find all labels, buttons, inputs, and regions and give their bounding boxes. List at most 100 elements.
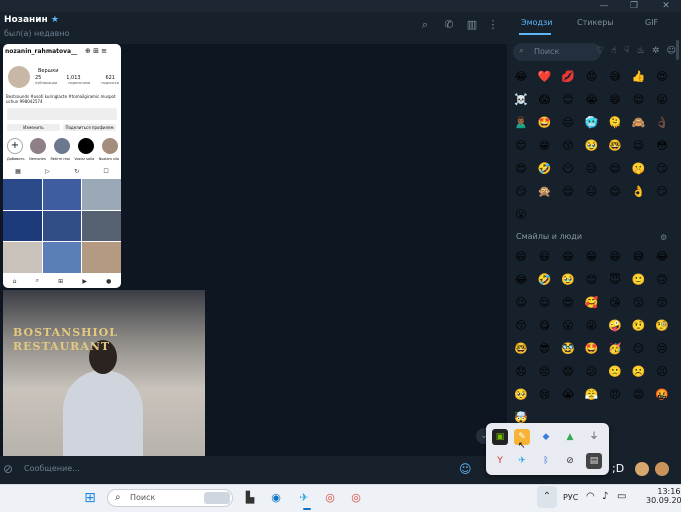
emoji-button[interactable]: 🤨 xyxy=(631,318,647,334)
emoji-button[interactable]: 😜 xyxy=(654,92,670,108)
scrollbar[interactable] xyxy=(676,40,679,60)
emoji-button[interactable]: 😡 xyxy=(584,69,600,85)
emoji-button[interactable]: 😏 xyxy=(513,184,529,200)
post-thumb[interactable] xyxy=(42,242,82,273)
usb-icon[interactable]: ⏚ xyxy=(586,429,602,445)
tray-chevron-button[interactable]: ⌃ xyxy=(537,486,557,508)
search-icon[interactable]: ⌕ xyxy=(36,277,39,285)
emoji-button[interactable]: 😟 xyxy=(560,364,576,380)
emoji-button[interactable]: 😆 xyxy=(607,249,623,265)
screenshot-message[interactable]: nozanin_rahmatova__ ⊕ ⊞ ≡ Вершки 25 1,013… xyxy=(3,44,121,288)
bluetooth-icon[interactable]: ᛒ xyxy=(538,453,554,469)
chrome-icon[interactable]: ◎ xyxy=(346,488,366,508)
tab-emoji[interactable]: Эмодзи xyxy=(521,18,553,27)
flame-icon[interactable]: ♨ xyxy=(637,46,645,56)
emoji-button[interactable]: 😌 xyxy=(560,184,576,200)
repost-icon[interactable]: ↻ xyxy=(74,168,79,178)
emoji-button[interactable]: 🥹 xyxy=(584,138,600,154)
attach-icon[interactable]: ⊘ xyxy=(3,462,13,476)
emoji-button[interactable]: 😡 xyxy=(631,387,647,403)
share-profile-button[interactable]: Поделиться профилем xyxy=(63,124,116,131)
emoji-icon[interactable]: ☺ xyxy=(459,462,472,476)
emoji-button[interactable]: 😙 xyxy=(654,295,670,311)
add-highlight-icon[interactable]: + xyxy=(7,138,23,154)
emoji-button[interactable]: 🫠 xyxy=(607,115,623,131)
message-input[interactable]: Сообщение... xyxy=(24,464,80,473)
emoji-button[interactable]: 🥶 xyxy=(584,115,600,131)
emoji-button[interactable]: 😒 xyxy=(654,341,670,357)
highlight-thumb[interactable] xyxy=(102,138,118,154)
reels-icon[interactable]: ▷ xyxy=(45,168,50,178)
emoji-button[interactable]: 😔 xyxy=(537,364,553,380)
emoji-button[interactable]: 😘 xyxy=(607,295,623,311)
emoji-button[interactable]: 😌 xyxy=(537,295,553,311)
post-thumb[interactable] xyxy=(82,179,121,210)
nvidia-icon[interactable]: ▣ xyxy=(492,429,508,445)
emoji-button[interactable]: 😭 xyxy=(560,387,576,403)
emoji-button[interactable]: 🥹 xyxy=(560,272,576,288)
post-thumb[interactable] xyxy=(42,210,82,242)
emoji-button[interactable]: 🥺 xyxy=(513,387,529,403)
sidebar-icon[interactable]: ▥ xyxy=(465,18,479,32)
add-icon[interactable]: ⊞ xyxy=(58,278,63,285)
emoji-button[interactable]: 😉 xyxy=(631,138,647,154)
emoji-button[interactable]: 😣 xyxy=(654,364,670,380)
emoji-button[interactable]: ☹️ xyxy=(631,364,647,380)
chrome-icon[interactable]: ◎ xyxy=(320,488,340,508)
emoji-button[interactable]: 😊 xyxy=(560,92,576,108)
emoji-button[interactable]: 😂 xyxy=(513,272,529,288)
emoji-button[interactable]: 😠 xyxy=(607,387,623,403)
more-icon[interactable]: ⋮ xyxy=(486,18,500,32)
reels-icon[interactable]: ▶ xyxy=(82,278,87,285)
emoji-button[interactable]: 😳 xyxy=(654,138,670,154)
emoji-button[interactable]: 😗 xyxy=(631,295,647,311)
emoji-button[interactable]: 😍 xyxy=(654,69,670,85)
emoji-button[interactable]: 😌 xyxy=(631,92,647,108)
emoji-button[interactable]: 😏 xyxy=(654,161,670,177)
emoji-button[interactable]: 😤 xyxy=(584,387,600,403)
drive-icon[interactable]: ▲ xyxy=(562,429,578,445)
emoji-search-input[interactable]: ⌕ Поиск xyxy=(513,43,601,61)
volume-icon[interactable]: ♪ xyxy=(602,491,608,502)
emoji-button[interactable]: 😌 xyxy=(607,161,623,177)
emoji-button[interactable]: 🙁 xyxy=(607,364,623,380)
emoji-button[interactable]: 😇 xyxy=(607,272,623,288)
emoji-button[interactable]: 😉 xyxy=(513,295,529,311)
heart-icon[interactable]: ♡ xyxy=(596,46,604,56)
emoji-button[interactable]: 🙊 xyxy=(537,184,553,200)
start-button[interactable]: ⊞ xyxy=(80,488,100,508)
tagged-icon[interactable]: ☐ xyxy=(103,168,108,178)
close-button[interactable]: ✕ xyxy=(655,0,677,12)
task-view-icon[interactable]: ▙ xyxy=(240,488,260,508)
emoji-button[interactable]: 😄 xyxy=(607,92,623,108)
edit-profile-button[interactable]: Изменить xyxy=(7,124,60,131)
emoji-button[interactable]: 🙎🏾‍♂️ xyxy=(513,115,529,131)
emoji-button[interactable]: 👌🏿 xyxy=(654,115,670,131)
emoji-button[interactable]: 🤩 xyxy=(537,115,553,131)
emoji-button[interactable]: 😢 xyxy=(537,387,553,403)
emoji-button[interactable]: 🥰 xyxy=(584,295,600,311)
yandex-icon[interactable]: Y xyxy=(492,453,508,469)
emoji-button[interactable]: 🙈 xyxy=(631,115,647,131)
chat-title[interactable]: Нозанин ★ xyxy=(4,15,59,25)
sticker-emoji-icon[interactable]: ;D xyxy=(612,462,624,475)
monitor-icon[interactable]: ▤ xyxy=(586,453,602,469)
edge-icon[interactable]: ◉ xyxy=(266,488,286,508)
smile-icon[interactable]: ☺ xyxy=(667,46,676,56)
emoji-button[interactable]: ❤️ xyxy=(537,69,553,85)
party-icon[interactable]: ✲ xyxy=(652,46,660,56)
home-icon[interactable]: ⌂ xyxy=(13,278,17,285)
hidden-icon[interactable]: ⊘ xyxy=(562,453,578,469)
emoji-button[interactable]: 🤩 xyxy=(584,341,600,357)
emoji-button[interactable]: 😭 xyxy=(584,92,600,108)
emoji-button[interactable]: 😕 xyxy=(584,364,600,380)
tab-gif[interactable]: GIF xyxy=(645,18,658,27)
post-thumb[interactable] xyxy=(3,242,42,273)
emoji-button[interactable]: 😑 xyxy=(584,161,600,177)
emoji-button[interactable]: 😮 xyxy=(513,207,529,223)
post-thumb[interactable] xyxy=(82,210,121,242)
emoji-button[interactable]: 🧐 xyxy=(654,318,670,334)
emoji-button[interactable]: 😃 xyxy=(537,249,553,265)
emoji-button[interactable]: 😍 xyxy=(513,161,529,177)
maximize-button[interactable]: ❐ xyxy=(623,0,645,12)
